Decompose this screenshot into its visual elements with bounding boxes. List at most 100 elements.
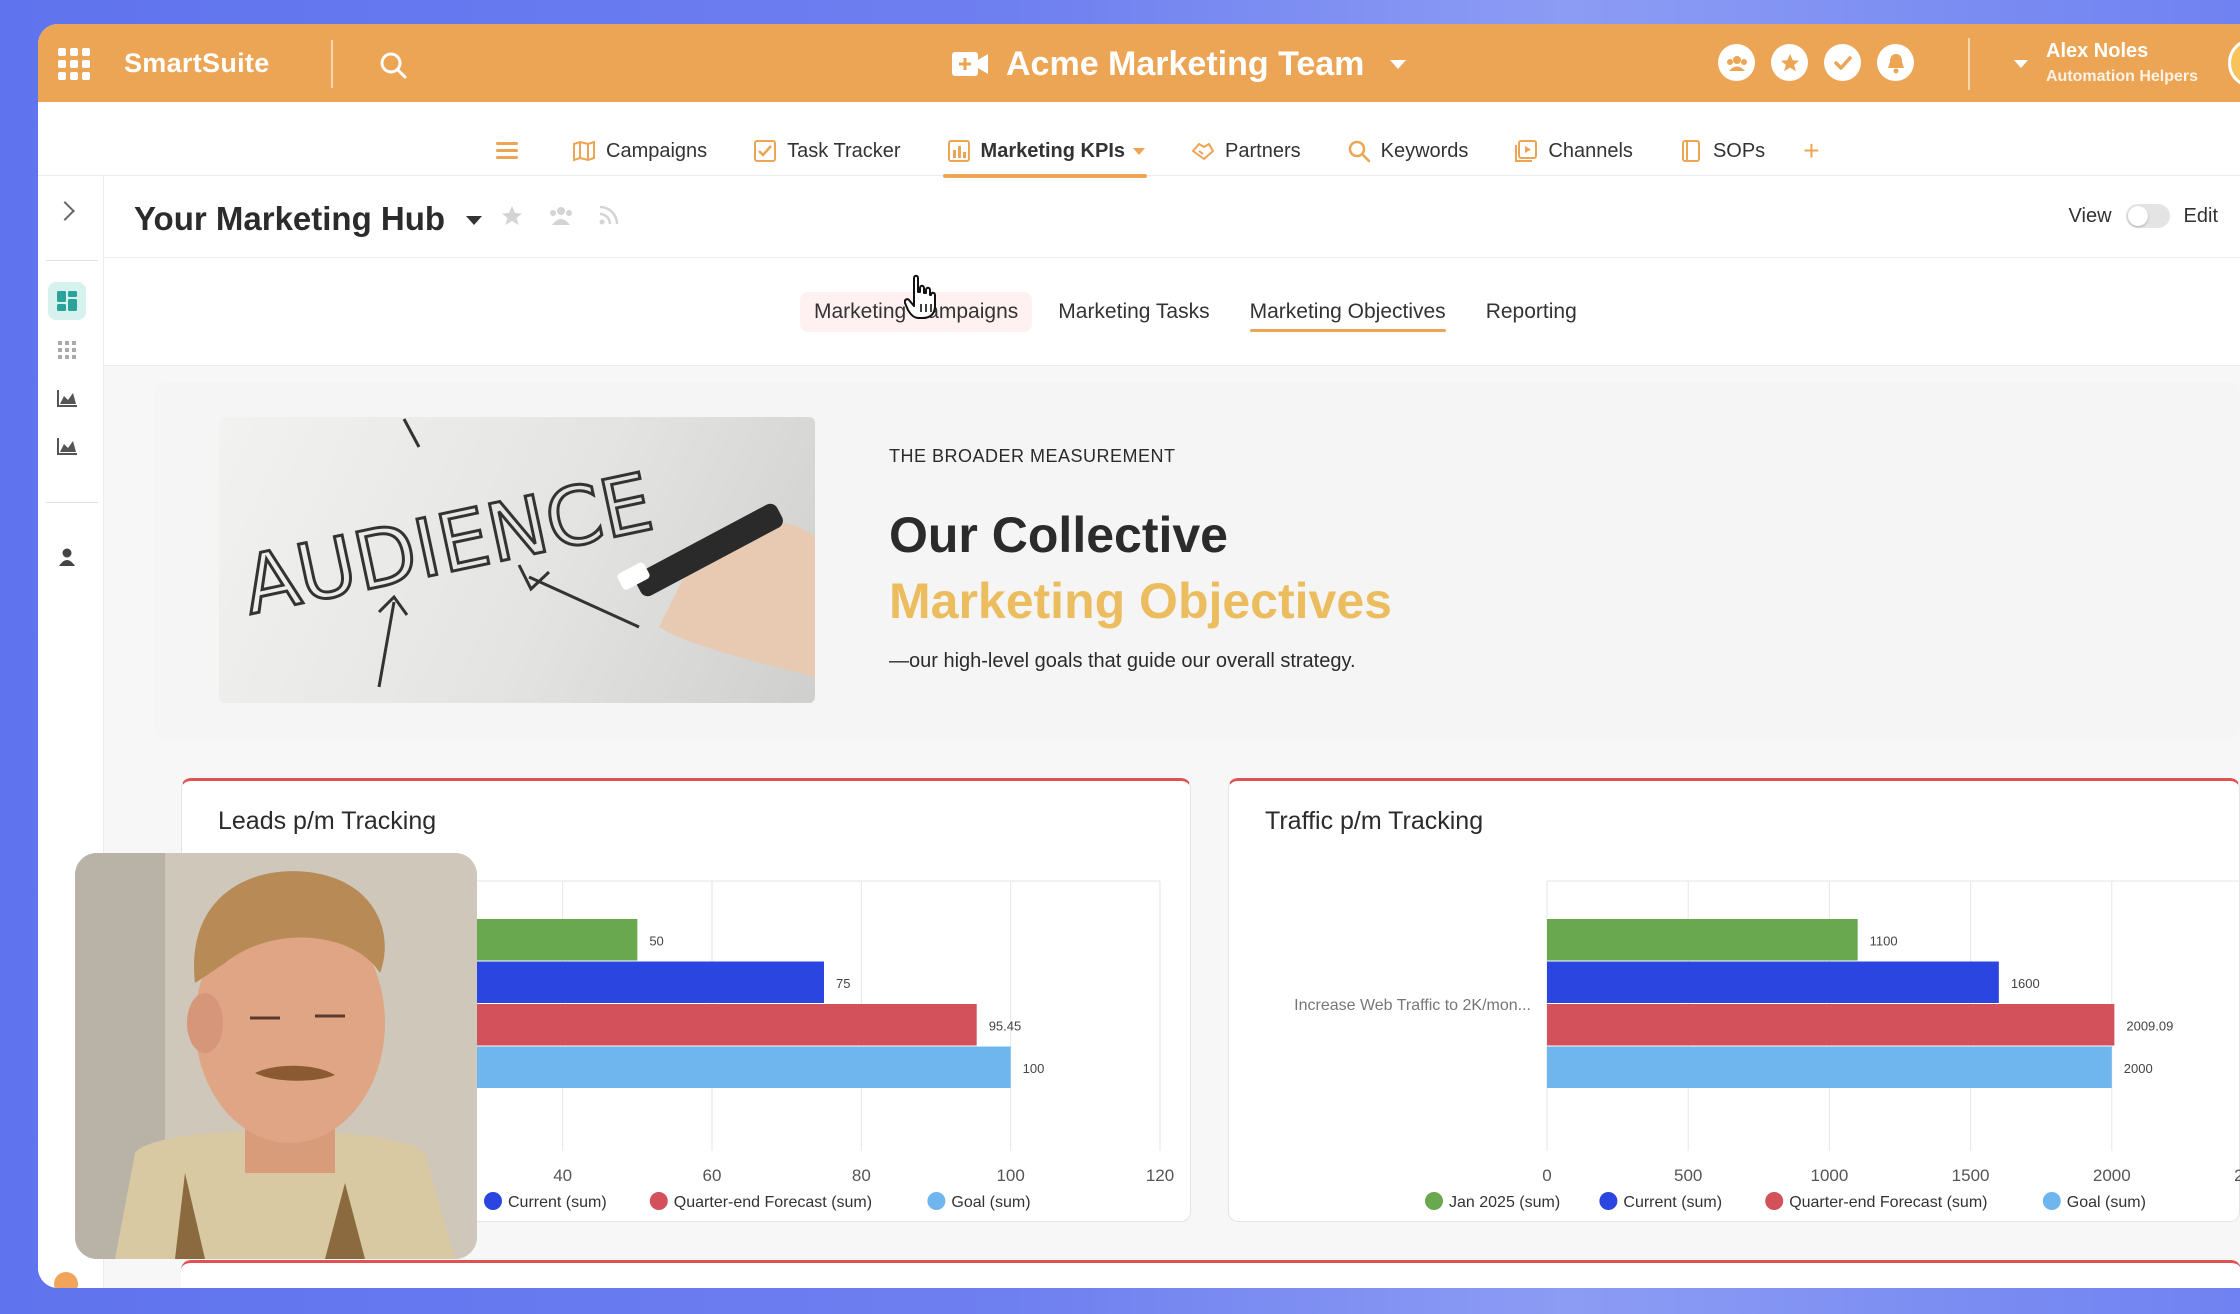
add-app-button[interactable]: + [1803, 136, 1819, 166]
hamburger-menu-icon[interactable] [496, 142, 518, 159]
app-nav-items: Campaigns Task Tracker Marketing KPIs Pa… [572, 136, 1820, 178]
view-edit-toggle[interactable]: View Edit [2069, 204, 2218, 228]
team-icon[interactable] [1718, 44, 1755, 81]
topbar-divider [1968, 38, 1970, 90]
chevron-down-icon[interactable] [466, 216, 482, 225]
legend-marker [649, 1192, 668, 1210]
handshake-icon [1192, 143, 1215, 160]
legend-marker [484, 1192, 502, 1210]
bar-chart-icon [947, 140, 970, 162]
nav-item-keywords[interactable]: Keywords [1347, 136, 1469, 166]
page-header: Your Marketing Hub View Edit [104, 176, 2240, 258]
x-tick-label: 2500 [2234, 1166, 2240, 1185]
nav-item-task-tracker[interactable]: Task Tracker [753, 136, 901, 166]
user-subtitle: Automation Helpers [2046, 68, 2199, 85]
x-tick-label: 40 [553, 1166, 572, 1185]
tab-marketing-tasks[interactable]: Marketing Tasks [1044, 292, 1223, 332]
legend-label: Quarter-end Forecast (sum) [1789, 1194, 1987, 1211]
legend-label: Jan 2025 (sum) [1449, 1194, 1560, 1211]
video-camera-icon [952, 52, 988, 76]
hero-eyebrow: THE BROADER MEASUREMENT [889, 446, 1176, 466]
mode-toggle-switch[interactable] [2125, 204, 2170, 228]
legend-marker [1765, 1192, 1784, 1210]
avatar[interactable] [2228, 38, 2240, 88]
legend-label: Current (sum) [508, 1194, 607, 1211]
user-name[interactable]: Alex Noles [2046, 40, 2148, 63]
topbar-actions [1718, 44, 1914, 81]
view-label: View [2068, 204, 2112, 227]
rss-icon[interactable] [598, 204, 620, 226]
nav-item-label: Marketing KPIs [980, 139, 1126, 162]
map-icon [573, 140, 595, 162]
edit-label: Edit [2183, 204, 2218, 227]
dashboard-icon[interactable] [48, 282, 86, 320]
x-tick-label: 1000 [1810, 1166, 1848, 1185]
page-title[interactable]: Your Marketing Hub [134, 200, 445, 238]
tab-marketing-objectives[interactable]: Marketing Objectives [1236, 292, 1460, 332]
tab-reporting[interactable]: Reporting [1472, 292, 1591, 332]
bar [1547, 919, 1858, 961]
legend-label: Current (sum) [1623, 1194, 1722, 1211]
legend-label: Goal (sum) [951, 1194, 1030, 1211]
data-label: 75 [836, 976, 850, 991]
nav-item-campaigns[interactable]: Campaigns [572, 136, 707, 166]
nav-item-marketing-kpis[interactable]: Marketing KPIs [942, 136, 1148, 178]
data-label: 2009.09 [2126, 1018, 2173, 1033]
hero-subtext: —our high-level goals that guide our ove… [889, 650, 1356, 672]
area-chart-icon[interactable] [48, 379, 86, 417]
legend-label: Quarter-end Forecast (sum) [674, 1194, 872, 1211]
nav-item-sops[interactable]: SOPs [1679, 136, 1765, 166]
topbar-divider [331, 40, 333, 88]
x-tick-label: 2000 [2093, 1166, 2131, 1185]
x-tick-label: 60 [703, 1166, 722, 1185]
data-label: 95.45 [989, 1018, 1022, 1033]
x-tick-label: 120 [1146, 1166, 1174, 1185]
webcam-overlay [75, 853, 477, 1259]
top-bar: SmartSuite Acme Marketing Team Alex Nole… [38, 24, 2240, 102]
bar [1547, 1004, 2115, 1046]
brand-logo[interactable]: SmartSuite [124, 48, 270, 79]
x-tick-label: 0 [1542, 1166, 1551, 1185]
data-label: 2000 [2124, 1061, 2153, 1076]
workspace-title: Acme Marketing Team [1006, 44, 1365, 83]
app-grid-icon[interactable] [58, 48, 90, 80]
book-icon [1681, 140, 1700, 162]
star-icon[interactable] [500, 204, 524, 228]
legend-marker [1599, 1192, 1618, 1210]
star-icon[interactable] [1771, 44, 1808, 81]
nav-item-partners[interactable]: Partners [1191, 136, 1301, 166]
checkmark-icon[interactable] [1824, 44, 1861, 81]
workspace-switcher[interactable]: Acme Marketing Team [950, 42, 1407, 86]
nav-item-channels[interactable]: Channels [1514, 136, 1633, 166]
person-icon[interactable] [48, 538, 86, 576]
rail-divider [46, 502, 98, 503]
legend-marker [2042, 1192, 2061, 1210]
chevron-down-icon[interactable] [2014, 60, 2028, 68]
search-icon[interactable] [378, 50, 408, 80]
bar [1547, 1046, 2112, 1088]
data-label: 100 [1023, 1061, 1045, 1076]
page-actions [500, 204, 620, 228]
bell-icon[interactable] [1877, 44, 1914, 81]
data-label: 50 [649, 933, 663, 948]
legend-marker [927, 1192, 946, 1210]
hero-image: AUDIENCE [219, 417, 815, 703]
nav-item-label: Keywords [1380, 139, 1469, 162]
legend-marker [1425, 1192, 1443, 1210]
nav-item-label: Partners [1225, 139, 1301, 162]
legend-label: Goal (sum) [2067, 1194, 2146, 1211]
nav-item-label: Channels [1548, 139, 1633, 162]
chevron-down-icon [1390, 59, 1407, 69]
data-label: 1600 [2011, 976, 2040, 991]
x-tick-label: 1500 [1952, 1166, 1990, 1185]
nav-item-label: Campaigns [606, 139, 708, 162]
team-icon[interactable] [548, 204, 574, 228]
chevron-right-icon[interactable] [55, 201, 75, 221]
search-icon [1348, 140, 1370, 163]
chart-legend: )Current (sum)Quarter-end Forecast (sum)… [460, 1192, 1031, 1211]
area-chart-icon[interactable] [48, 427, 86, 465]
grid-view-icon[interactable] [48, 331, 86, 369]
chevron-down-icon[interactable] [1133, 147, 1146, 155]
hero-heading-highlight: Marketing Objectives [889, 573, 1392, 629]
rail-divider [46, 260, 98, 261]
